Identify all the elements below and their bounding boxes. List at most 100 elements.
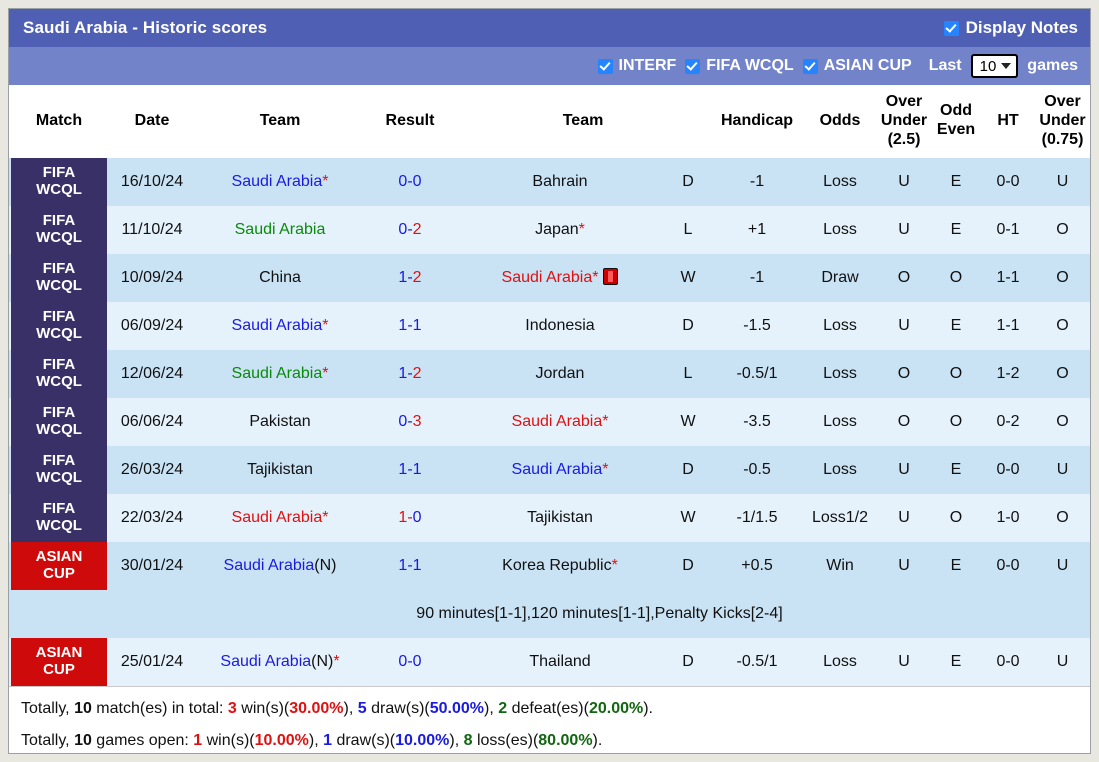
win-loss-indicator: W [665,397,712,446]
win-loss-indicator: D [665,157,712,206]
half-time-score: 0-0 [981,541,1036,590]
away-team[interactable]: Tajikistan [455,493,665,542]
over-under-25-value: U [877,541,932,590]
win-loss-indicator: D [665,445,712,494]
table-row[interactable]: FIFA WCQL 11/10/24 Saudi Arabia 0-2 Japan* L +1… [9,205,1090,254]
over-under-25-value: U [877,493,932,542]
over-under-25-value: U [877,637,932,686]
table-row[interactable]: FIFA WCQL 06/06/24 Pakistan 0-3 Saudi Arabia*… [9,397,1090,446]
match-date: 30/01/24 [109,541,195,590]
competition-badge-cell[interactable]: ASIAN CUP [9,541,109,590]
interf-label: INTERF [618,57,677,74]
games-count-select[interactable]: 10 [970,54,1019,78]
odds-result: Loss [803,445,878,494]
table-row[interactable]: ASIAN CUP 30/01/24 Saudi Arabia(N) 1-1 Korea … [9,541,1090,590]
odd-even-value: E [931,205,982,254]
away-team[interactable]: Saudi Arabia* [455,397,665,446]
over-under-25-value: O [877,349,932,398]
red-card-icon [603,268,619,286]
competition-badge-cell[interactable]: FIFA WCQL [9,157,109,206]
half-time-score: 1-1 [981,253,1036,302]
table-row[interactable]: ASIAN CUP 25/01/24 Saudi Arabia(N)* 0-0 Thail… [9,637,1090,686]
away-team[interactable]: Japan* [455,205,665,254]
competition-badge-cell[interactable]: FIFA WCQL [9,301,109,350]
half-time-score: 1-1 [981,301,1036,350]
competition-badge-cell[interactable]: ASIAN CUP [9,637,109,686]
home-team[interactable]: Saudi Arabia [195,205,365,254]
table-row[interactable]: FIFA WCQL 16/10/24 Saudi Arabia* 0-0 Bahrain D… [9,157,1090,206]
interf-checkbox[interactable] [597,58,613,74]
away-team[interactable]: Saudi Arabia* [455,253,665,302]
home-team[interactable]: Pakistan [195,397,365,446]
table-row[interactable]: FIFA WCQL 06/09/24 Saudi Arabia* 1-1 Indonesi… [9,301,1090,350]
competition-badge-cell[interactable]: FIFA WCQL [9,493,109,542]
competition-badge: FIFA WCQL [11,397,107,446]
table-row[interactable]: FIFA WCQL 26/03/24 Tajikistan 1-1 Saudi Arabi… [9,445,1090,494]
filter-asian-cup[interactable]: ASIAN CUP [802,57,912,75]
half-time-score: 1-2 [981,349,1036,398]
match-date: 26/03/24 [109,445,195,494]
home-team[interactable]: Saudi Arabia* [195,493,365,542]
away-team[interactable]: Korea Republic* [455,541,665,590]
col-result: Result [365,85,455,158]
fifa-wcql-checkbox[interactable] [685,58,701,74]
away-team[interactable]: Thailand [455,637,665,686]
odds-result: Draw [803,253,878,302]
competition-badge-cell[interactable]: FIFA WCQL [9,205,109,254]
filter-interf[interactable]: INTERF [597,57,677,75]
chevron-down-icon [1001,63,1012,69]
table-row[interactable]: FIFA WCQL 12/06/24 Saudi Arabia* 1-2 Jordan L -… [9,349,1090,398]
competition-badge: FIFA WCQL [11,301,107,350]
handicap-value: +1 [711,205,804,254]
over-under-075-value: U [1035,637,1090,686]
away-team[interactable]: Bahrain [455,157,665,206]
asian-cup-label: ASIAN CUP [823,57,912,74]
display-notes-toggle[interactable]: Display Notes [943,18,1078,38]
competition-badge-cell[interactable]: FIFA WCQL [9,349,109,398]
odd-even-value: O [931,397,982,446]
home-team[interactable]: Saudi Arabia* [195,301,365,350]
over-under-075-value: O [1035,349,1090,398]
home-team[interactable]: Saudi Arabia* [195,157,365,206]
over-under-075-value: U [1035,445,1090,494]
away-team[interactable]: Jordan [455,349,665,398]
odd-even-value: E [931,301,982,350]
over-under-25-value: O [877,253,932,302]
col-over-under-25: Over Under (2.5) [877,85,932,158]
col-handicap: Handicap [711,85,804,158]
open-loss-pct: 80.00% [538,731,593,749]
home-team[interactable]: Saudi Arabia* [195,349,365,398]
match-date: 11/10/24 [109,205,195,254]
odd-even-value: O [931,253,982,302]
home-team[interactable]: China [195,253,365,302]
asian-cup-checkbox[interactable] [802,58,818,74]
odd-even-value: E [931,445,982,494]
handicap-value: +0.5 [711,541,804,590]
handicap-value: -1/1.5 [711,493,804,542]
home-team[interactable]: Saudi Arabia(N)* [195,637,365,686]
odd-even-value: E [931,157,982,206]
col-team-home: Team [195,85,365,158]
over-under-075-value: O [1035,205,1090,254]
over-under-25-value: O [877,397,932,446]
over-under-25-value: U [877,445,932,494]
summary-footer: Totally, 10 match(es) in total: 3 win(s)… [9,685,1090,753]
col-date: Date [109,85,195,158]
half-time-score: 0-0 [981,445,1036,494]
table-row[interactable]: FIFA WCQL 22/03/24 Saudi Arabia* 1-0 Tajikist… [9,493,1090,542]
competition-badge-cell[interactable]: FIFA WCQL [9,445,109,494]
competition-badge-cell[interactable]: FIFA WCQL [9,397,109,446]
match-score: 1-2 [365,349,455,398]
match-date: 12/06/24 [109,349,195,398]
filter-fifa-wcql[interactable]: FIFA WCQL [685,57,794,75]
table-row[interactable]: FIFA WCQL 10/09/24 China 1-2 Saudi Arabia* W -1… [9,253,1090,302]
open-losses: 8 [463,731,473,749]
display-notes-checkbox[interactable] [943,20,959,36]
odd-even-value: E [931,637,982,686]
open-wins: 1 [193,731,203,749]
competition-badge-cell[interactable]: FIFA WCQL [9,253,109,302]
home-team[interactable]: Tajikistan [195,445,365,494]
home-team[interactable]: Saudi Arabia(N) [195,541,365,590]
away-team[interactable]: Indonesia [455,301,665,350]
away-team[interactable]: Saudi Arabia* [455,445,665,494]
